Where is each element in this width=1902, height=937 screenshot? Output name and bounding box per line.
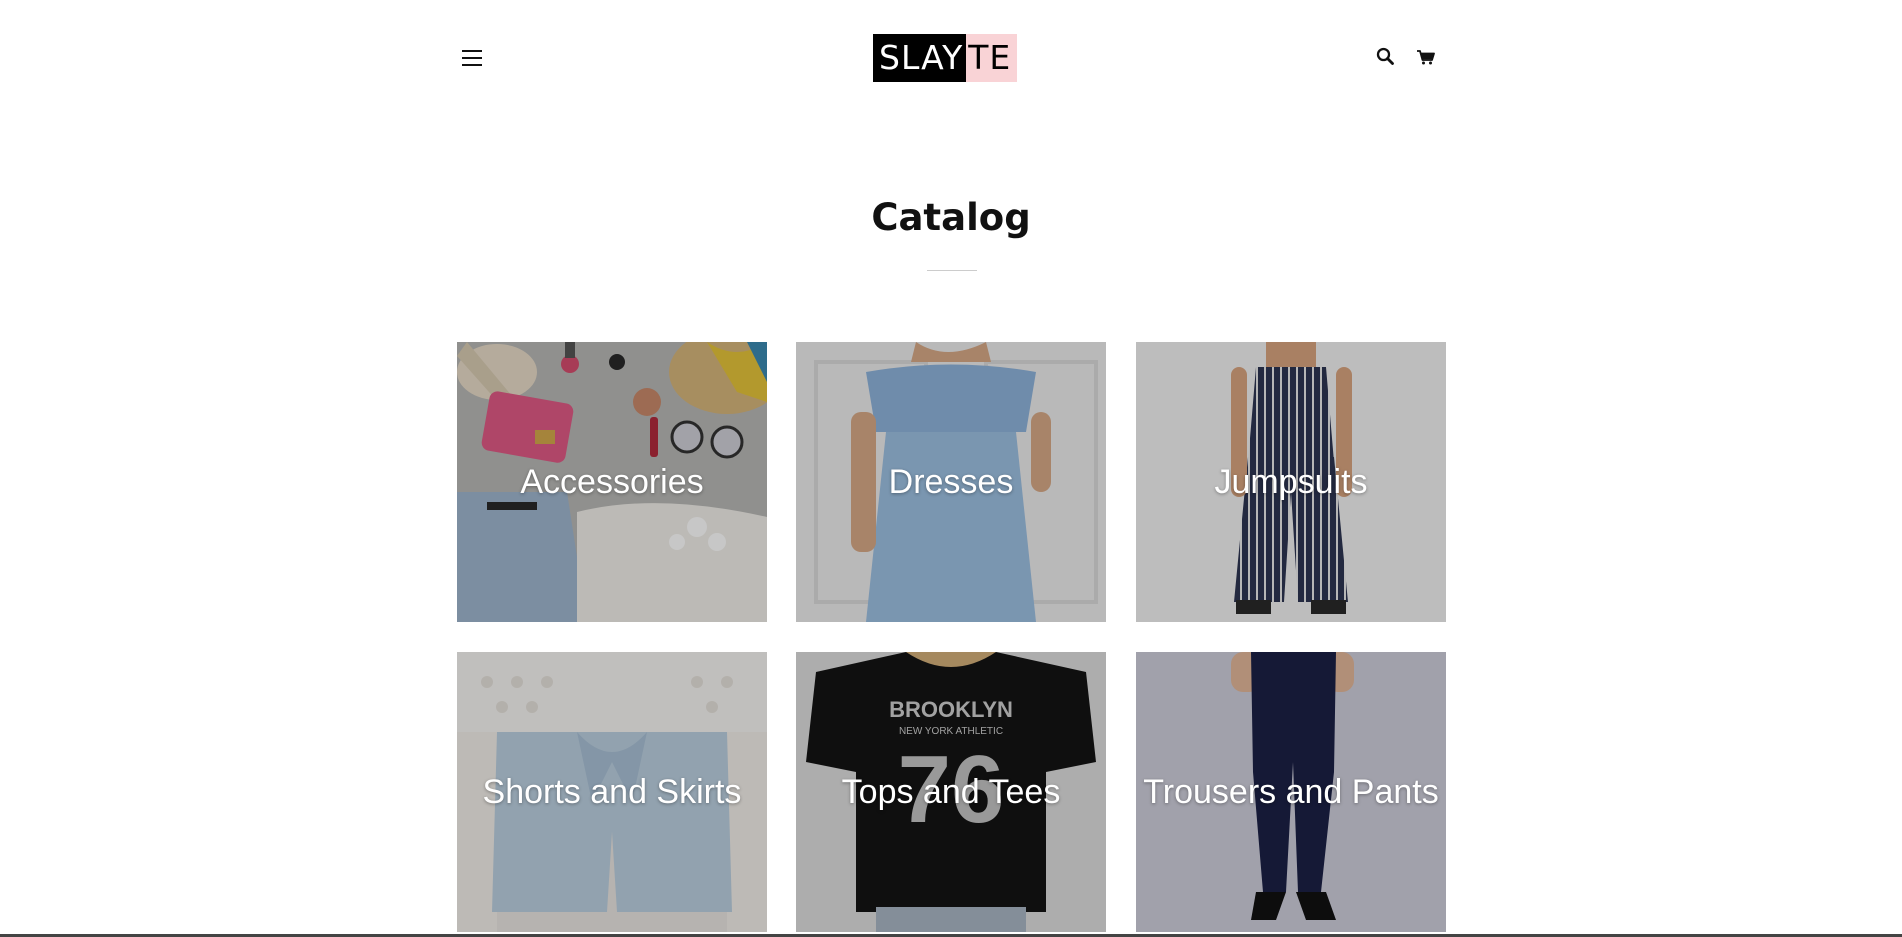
collection-label: Shorts and Skirts [482,772,742,811]
cart-icon [1417,50,1435,65]
hamburger-icon [462,50,482,52]
page-title: Catalog [871,196,1031,239]
collection-tile-jumpsuits[interactable]: Jumpsuits [1136,342,1446,622]
logo-part-1: SLAY [873,34,967,82]
cart-button[interactable] [1413,44,1439,70]
collection-tile-shorts-and-skirts[interactable]: Shorts and Skirts [457,652,767,932]
collection-label: Tops and Tees [841,772,1061,811]
search-button[interactable] [1373,44,1399,70]
collection-label: Trousers and Pants [1143,772,1439,811]
search-icon [1376,47,1394,65]
site-header: SLAY TE [0,0,1902,115]
collection-tile-dresses[interactable]: Dresses [796,342,1106,622]
collection-tile-trousers-and-pants[interactable]: Trousers and Pants [1136,652,1446,932]
collection-label: Accessories [520,462,704,501]
site-logo[interactable]: SLAY TE [873,34,1018,82]
collection-label: Dresses [888,462,1014,501]
collection-label: Jumpsuits [1214,462,1368,501]
collection-tile-tops-and-tees[interactable]: BROOKLYN NEW YORK ATHLETIC 76 Tops and T… [796,652,1106,932]
collection-tile-accessories[interactable]: Accessories [457,342,767,622]
menu-button[interactable] [456,44,486,72]
logo-part-2: TE [966,34,1018,82]
title-divider [927,270,977,271]
